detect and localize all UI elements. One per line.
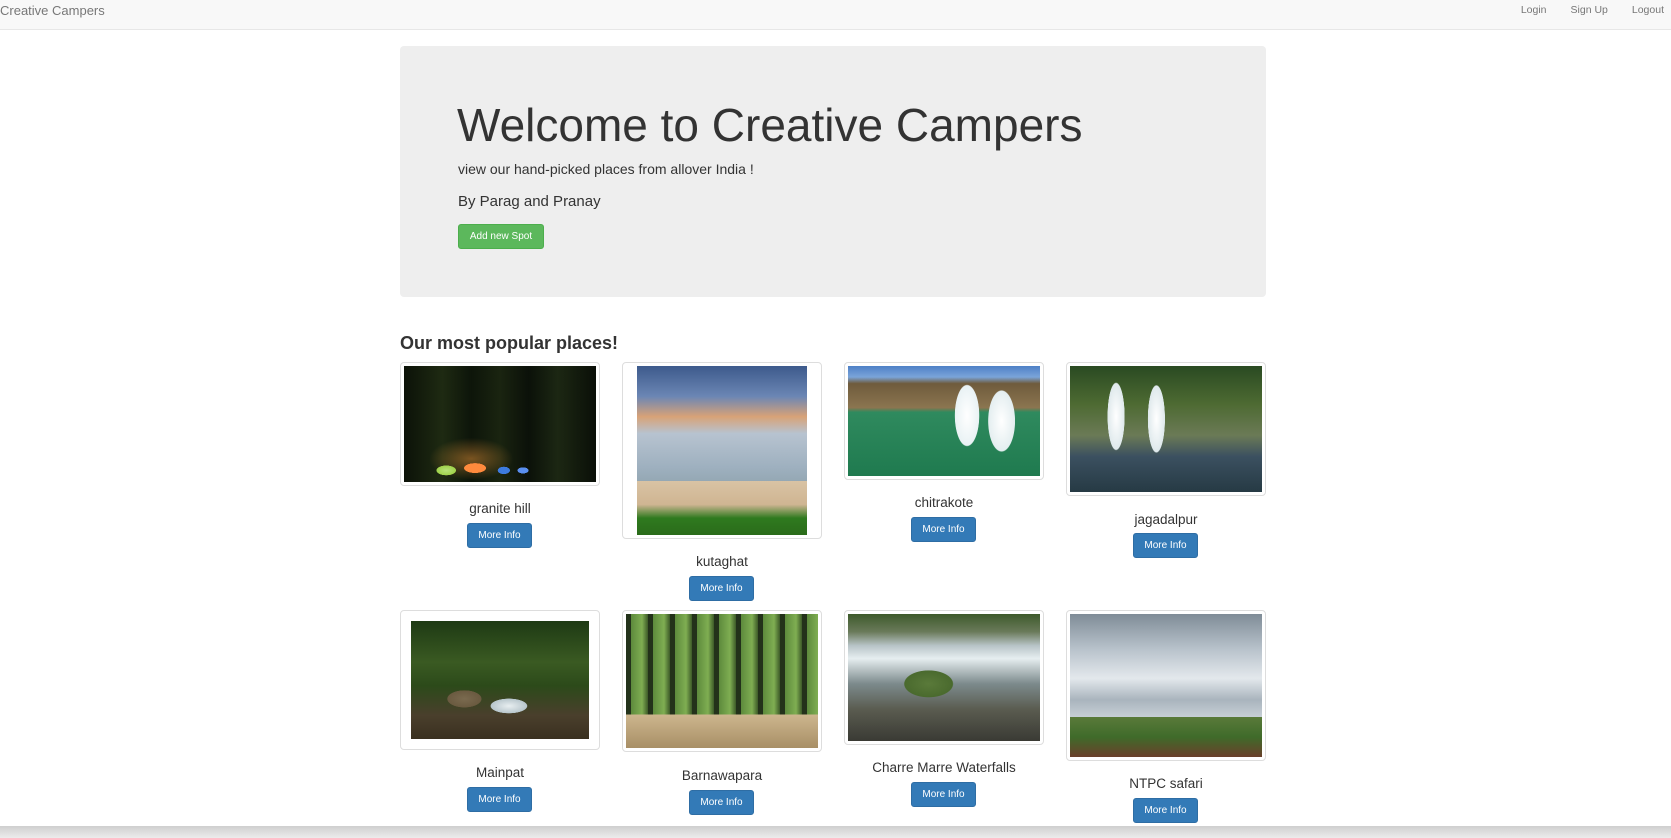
place-name: jagadalpur [1134,512,1198,527]
place-thumbnail[interactable] [622,610,822,752]
more-info-button[interactable]: More Info [689,790,754,815]
place-image [411,621,589,739]
place-name: chitrakote [914,495,974,510]
place-image [626,614,818,748]
place-name: Mainpat [475,765,525,780]
place-image [637,366,807,535]
page-subtitle: view our hand-picked places from allover… [458,161,754,177]
more-info-button[interactable]: More Info [689,576,754,601]
section-title: Our most popular places! [400,333,619,353]
place-name: kutaghat [696,554,748,569]
more-info-button[interactable]: More Info [467,787,532,812]
signup-link[interactable]: Sign Up [1571,4,1608,16]
place-thumbnail[interactable] [400,362,600,486]
place-image [1070,366,1262,492]
nav-links: Login Sign Up Logout [1521,4,1664,16]
byline: By Parag and Pranay [458,193,601,210]
horizontal-scrollbar[interactable] [0,826,1671,838]
logout-link[interactable]: Logout [1632,4,1664,16]
place-image [848,366,1040,476]
place-thumbnail[interactable] [400,610,600,750]
place-image [404,366,596,482]
brand-link[interactable]: Creative Campers [0,3,105,18]
more-info-button[interactable]: More Info [911,782,976,807]
place-thumbnail[interactable] [844,362,1044,480]
more-info-button[interactable]: More Info [467,523,532,548]
place-name: granite hill [469,501,531,516]
add-new-spot-button[interactable]: Add new Spot [458,224,544,249]
page-title: Welcome to Creative Campers [457,99,1083,151]
place-thumbnail[interactable] [844,610,1044,745]
place-name: Charre Marre Waterfalls [872,760,1016,775]
place-thumbnail[interactable] [1066,362,1266,496]
more-info-button[interactable]: More Info [1133,798,1198,823]
place-image [848,614,1040,741]
place-name: Barnawapara [681,768,763,783]
place-thumbnail[interactable] [622,362,822,539]
place-name: NTPC safari [1129,776,1203,791]
place-thumbnail[interactable] [1066,610,1266,761]
top-navbar: Creative Campers Login Sign Up Logout [0,0,1671,30]
more-info-button[interactable]: More Info [1133,533,1198,558]
more-info-button[interactable]: More Info [911,517,976,542]
jumbotron: Welcome to Creative Campers view our han… [400,46,1266,297]
login-link[interactable]: Login [1521,4,1547,16]
place-image [1070,614,1262,757]
